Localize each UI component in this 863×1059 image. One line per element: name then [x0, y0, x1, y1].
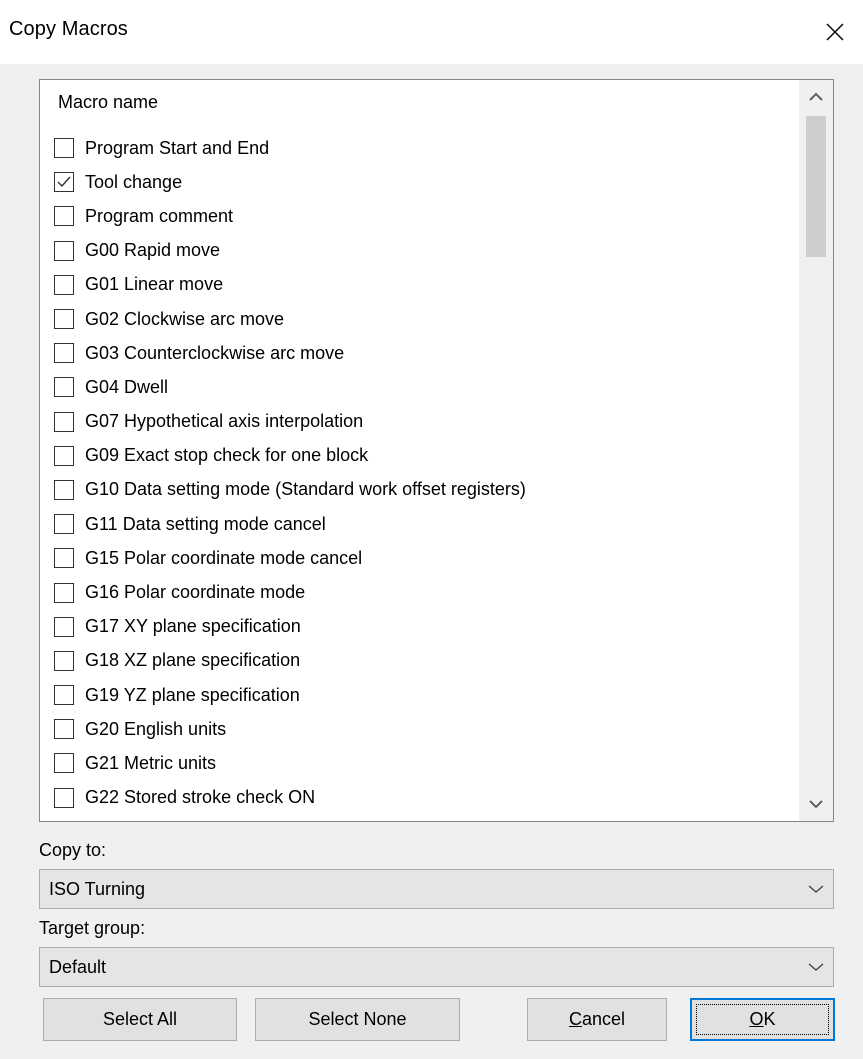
- macro-list-item[interactable]: G03 Counterclockwise arc move: [40, 336, 800, 370]
- macro-checkbox[interactable]: [54, 377, 74, 398]
- macro-list-item[interactable]: G22 Stored stroke check ON: [40, 781, 800, 815]
- macro-name-label: G09 Exact stop check for one block: [85, 445, 369, 466]
- macro-checkbox[interactable]: [54, 240, 74, 261]
- macro-name-label: G00 Rapid move: [85, 240, 221, 261]
- macro-name-label: G10 Data setting mode (Standard work off…: [85, 479, 526, 500]
- macro-list-item[interactable]: G16 Polar coordinate mode: [40, 575, 800, 609]
- scroll-down-button[interactable]: [799, 787, 833, 821]
- macro-list-item[interactable]: Tool change: [40, 165, 800, 199]
- select-none-button[interactable]: Select None: [255, 998, 460, 1041]
- macro-checkbox[interactable]: [54, 138, 74, 159]
- macro-name-label: G15 Polar coordinate mode cancel: [85, 547, 363, 568]
- macro-checkbox[interactable]: [54, 616, 74, 637]
- macro-list-item[interactable]: G18 XZ plane specification: [40, 644, 800, 678]
- macro-checkbox[interactable]: [54, 719, 74, 740]
- ok-button[interactable]: OK: [690, 998, 835, 1041]
- target-group-value: Default: [49, 957, 107, 977]
- select-all-button[interactable]: Select All: [43, 998, 237, 1041]
- macro-name-label: Tool change: [85, 171, 183, 192]
- macro-checkbox[interactable]: [54, 685, 74, 706]
- macro-list-item[interactable]: Program comment: [40, 199, 800, 233]
- macro-name-label: G22 Stored stroke check ON: [85, 787, 316, 808]
- macro-checkbox[interactable]: [54, 206, 74, 227]
- macro-name-label: G19 YZ plane specification: [85, 684, 300, 705]
- macro-name-label: G03 Counterclockwise arc move: [85, 342, 345, 363]
- macro-checkbox[interactable]: [54, 753, 74, 774]
- close-button[interactable]: [807, 0, 863, 64]
- macro-name-label: Program Start and End: [85, 137, 270, 158]
- macro-name-label: G04 Dwell: [85, 376, 169, 397]
- scroll-up-button[interactable]: [799, 80, 833, 114]
- macro-name-header: Macro name: [58, 92, 159, 112]
- macro-list-item[interactable]: G00 Rapid move: [40, 234, 800, 268]
- macro-list-rows: Program Start and End Tool change Program …: [40, 131, 800, 822]
- select-all-label: Select All: [102, 1009, 178, 1029]
- macro-checkbox[interactable]: [54, 411, 74, 432]
- macro-name-label: G16 Polar coordinate mode: [85, 582, 306, 603]
- target-group-label: Target group:: [39, 918, 146, 938]
- macro-name-label: G20 English units: [85, 718, 227, 739]
- macro-name-label: G23 Stored stroke check OFF: [85, 821, 324, 822]
- macro-list-item[interactable]: G07 Hypothetical axis interpolation: [40, 405, 800, 439]
- copy-to-label: Copy to:: [39, 840, 107, 860]
- macro-checkbox[interactable]: [54, 343, 74, 364]
- macro-list-item[interactable]: G23 Stored stroke check OFF: [40, 815, 800, 822]
- target-group-dropdown[interactable]: Default: [39, 947, 834, 987]
- macro-checkbox[interactable]: [54, 582, 74, 603]
- focus-ring: [696, 1004, 829, 1035]
- macro-checkbox[interactable]: [54, 445, 74, 466]
- vertical-scrollbar[interactable]: [799, 80, 833, 821]
- chevron-down-icon: [807, 960, 825, 974]
- macro-list-item[interactable]: G20 English units: [40, 712, 800, 746]
- macro-list-item[interactable]: G21 Metric units: [40, 746, 800, 780]
- macro-name-label: G07 Hypothetical axis interpolation: [85, 411, 364, 432]
- macro-checkbox[interactable]: [54, 274, 74, 295]
- macro-checkbox[interactable]: [54, 172, 74, 193]
- macro-name-label: G21 Metric units: [85, 752, 217, 773]
- macro-checkbox[interactable]: [54, 479, 74, 500]
- macro-name-label: G11 Data setting mode cancel: [85, 513, 326, 534]
- copy-to-dropdown[interactable]: ISO Turning: [39, 869, 834, 909]
- checkmark-icon: [57, 176, 71, 188]
- macro-name-label: G17 XY plane specification: [85, 616, 301, 637]
- cancel-mnemonic: C: [568, 1009, 582, 1029]
- macro-list-item[interactable]: G04 Dwell: [40, 370, 800, 404]
- macro-list-item[interactable]: Program Start and End: [40, 131, 800, 165]
- macro-list-item[interactable]: G17 XY plane specification: [40, 610, 800, 644]
- macro-checkbox[interactable]: [54, 548, 74, 569]
- chevron-down-icon: [809, 800, 823, 809]
- macro-name-label: G01 Linear move: [85, 274, 224, 295]
- macro-name-label: G02 Clockwise arc move: [85, 308, 285, 329]
- chevron-down-icon: [807, 882, 825, 896]
- window-title: Copy Macros: [9, 18, 128, 40]
- chevron-up-icon: [809, 92, 823, 101]
- macro-list-item[interactable]: G11 Data setting mode cancel: [40, 507, 800, 541]
- macro-list-item[interactable]: G10 Data setting mode (Standard work off…: [40, 473, 800, 507]
- macro-list-item[interactable]: G01 Linear move: [40, 268, 800, 302]
- macro-checkbox[interactable]: [54, 514, 74, 535]
- macro-list-item[interactable]: G02 Clockwise arc move: [40, 302, 800, 336]
- macro-name-label: G18 XZ plane specification: [85, 650, 301, 671]
- cancel-button[interactable]: Cancel: [527, 998, 667, 1041]
- macro-checkbox[interactable]: [54, 787, 74, 808]
- macro-list-item[interactable]: G09 Exact stop check for one block: [40, 439, 800, 473]
- select-none-label: Select None: [308, 1009, 407, 1029]
- scroll-thumb[interactable]: [806, 116, 826, 257]
- macro-list-item[interactable]: G15 Polar coordinate mode cancel: [40, 541, 800, 575]
- macro-checkbox[interactable]: [54, 650, 74, 671]
- copy-to-value: ISO Turning: [49, 879, 146, 899]
- title-bar: Copy Macros: [0, 0, 863, 64]
- macro-list-item[interactable]: G19 YZ plane specification: [40, 678, 800, 712]
- close-icon: [826, 23, 844, 41]
- macro-checkbox[interactable]: [54, 309, 74, 330]
- macro-name-label: Program comment: [85, 205, 234, 226]
- cancel-label: Cancel: [569, 1009, 625, 1030]
- macro-listbox[interactable]: Macro name Program Start and End Tool cha…: [39, 79, 834, 822]
- cancel-label-rest: ancel: [581, 1009, 626, 1029]
